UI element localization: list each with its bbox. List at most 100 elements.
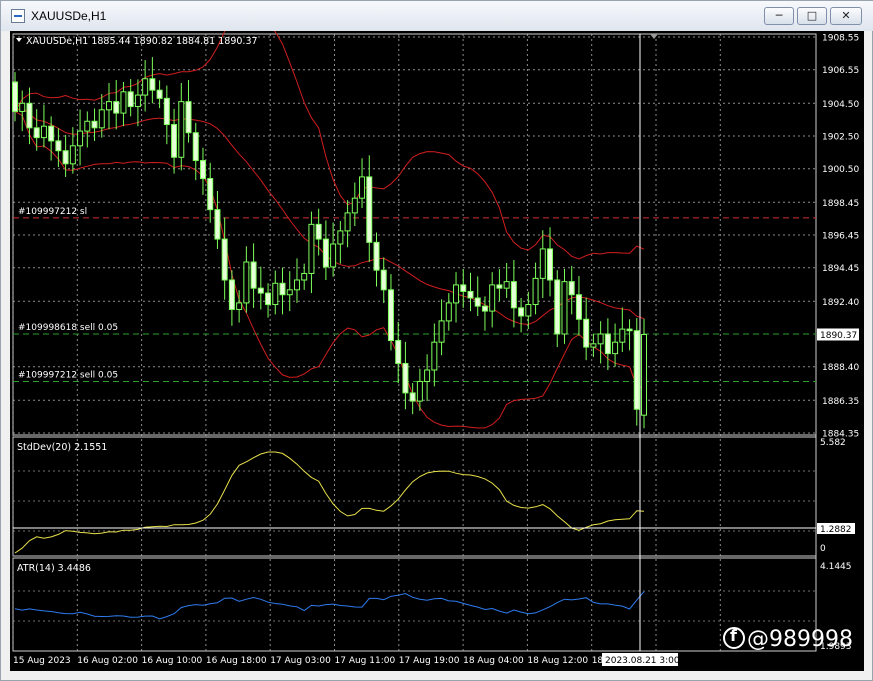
- candle-bull[interactable]: [337, 230, 344, 245]
- candle-bull[interactable]: [597, 333, 604, 345]
- candle-bull[interactable]: [272, 282, 279, 306]
- candle-bear[interactable]: [518, 307, 525, 317]
- candle-bull[interactable]: [424, 369, 431, 382]
- candle-bear[interactable]: [185, 101, 192, 134]
- candle-bear[interactable]: [583, 318, 590, 348]
- candle-bull[interactable]: [286, 289, 293, 296]
- candle-bull[interactable]: [489, 284, 496, 312]
- candle-bear[interactable]: [199, 160, 206, 180]
- candle-bear[interactable]: [163, 97, 170, 126]
- price-tick-label: 1896.45: [822, 232, 859, 242]
- chart-canvas[interactable]: #109997212 sl #109998618 sell 0.05 #109997…: [10, 7, 864, 671]
- candle-bear[interactable]: [156, 89, 163, 99]
- candle-bull[interactable]: [330, 243, 337, 268]
- candle-bear[interactable]: [55, 140, 62, 152]
- stddev-label: StdDev(20) 2.1551: [17, 442, 107, 453]
- title-bar[interactable]: XAUUSDe,H1 ─ □ ✕: [1, 1, 873, 31]
- candle-bull[interactable]: [503, 281, 510, 289]
- candle-bear[interactable]: [633, 330, 640, 410]
- candle-bull[interactable]: [359, 176, 366, 199]
- close-button[interactable]: ✕: [830, 7, 862, 25]
- candle-bull[interactable]: [416, 380, 423, 402]
- candle-bear[interactable]: [26, 102, 33, 129]
- candle-bear[interactable]: [228, 279, 235, 310]
- candle-bear[interactable]: [221, 238, 228, 281]
- candle-bull[interactable]: [344, 212, 351, 232]
- terminal-window: XAUUSDe,H1 ─ □ ✕ #109997212 sl #109998618…: [0, 0, 873, 681]
- candle-bear[interactable]: [257, 287, 264, 294]
- minimize-button[interactable]: ─: [764, 7, 794, 25]
- candle-bear[interactable]: [250, 261, 257, 289]
- candle-bear[interactable]: [192, 132, 199, 162]
- stddev-tick-label: 5.582: [820, 438, 846, 448]
- candle-bear[interactable]: [554, 279, 561, 335]
- candle-bear[interactable]: [402, 362, 409, 394]
- candle-bull[interactable]: [40, 125, 47, 139]
- candle-bear[interactable]: [467, 290, 474, 299]
- candle-bull[interactable]: [438, 320, 445, 343]
- candle-bear[interactable]: [496, 284, 503, 289]
- candle-bull[interactable]: [243, 261, 250, 304]
- candle-bear[interactable]: [474, 297, 481, 307]
- candle-bear[interactable]: [279, 282, 286, 296]
- candle-bull[interactable]: [142, 78, 149, 96]
- candle-bear[interactable]: [409, 392, 416, 402]
- candle-bear[interactable]: [214, 209, 221, 240]
- candle-bear[interactable]: [380, 269, 387, 291]
- candle-bull[interactable]: [293, 279, 300, 291]
- candle-bull[interactable]: [532, 277, 539, 306]
- candle-bull[interactable]: [641, 333, 648, 416]
- candle-bull[interactable]: [561, 281, 568, 335]
- candle-bull[interactable]: [301, 272, 308, 281]
- candle-bear[interactable]: [575, 294, 582, 320]
- candle-bull[interactable]: [590, 343, 597, 348]
- candle-bull[interactable]: [134, 94, 141, 108]
- candle-bull[interactable]: [19, 102, 26, 112]
- candle-bear[interactable]: [91, 120, 98, 129]
- candle-bear[interactable]: [568, 281, 575, 296]
- candle-bull[interactable]: [431, 341, 438, 371]
- price-tick-label: 1900.50: [822, 165, 859, 175]
- candle-bull[interactable]: [178, 101, 185, 158]
- candle-bear[interactable]: [62, 150, 69, 165]
- chart-area[interactable]: #109997212 sl #109998618 sell 0.05 #109997…: [10, 7, 864, 671]
- candle-bear[interactable]: [481, 305, 488, 312]
- candle-bear[interactable]: [460, 284, 467, 292]
- candle-bear[interactable]: [127, 91, 134, 108]
- candle-bear[interactable]: [395, 340, 402, 364]
- candle-bear[interactable]: [33, 127, 40, 139]
- candle-bear[interactable]: [604, 333, 611, 355]
- candle-bull[interactable]: [120, 91, 127, 114]
- candle-bear[interactable]: [171, 124, 178, 158]
- atr-label: ATR(14) 3.4486: [17, 563, 91, 574]
- candle-bull[interactable]: [98, 109, 105, 129]
- candle-bull[interactable]: [351, 197, 358, 214]
- candle-bull[interactable]: [445, 302, 452, 322]
- candle-bull[interactable]: [612, 341, 619, 355]
- candle-bull[interactable]: [105, 101, 112, 111]
- candle-bear[interactable]: [547, 248, 554, 281]
- candle-bull[interactable]: [539, 248, 546, 279]
- candle-bull[interactable]: [69, 145, 76, 165]
- candle-bull[interactable]: [308, 223, 315, 274]
- candle-bear[interactable]: [366, 176, 373, 243]
- candle-bear[interactable]: [387, 289, 394, 342]
- candle-bear[interactable]: [12, 81, 18, 112]
- candle-bear[interactable]: [322, 238, 329, 268]
- candle-bull[interactable]: [77, 130, 84, 147]
- candle-bear[interactable]: [265, 292, 272, 306]
- candle-bear[interactable]: [207, 178, 214, 211]
- candle-bear[interactable]: [626, 328, 633, 332]
- candle-bear[interactable]: [373, 241, 380, 271]
- candle-bull[interactable]: [84, 120, 91, 132]
- candle-bear[interactable]: [149, 78, 156, 91]
- candle-bear[interactable]: [113, 101, 120, 114]
- candle-bull[interactable]: [236, 302, 243, 310]
- candle-bear[interactable]: [315, 223, 322, 240]
- maximize-button[interactable]: □: [797, 7, 827, 25]
- candle-bull[interactable]: [525, 304, 532, 317]
- candle-bear[interactable]: [510, 281, 517, 309]
- candle-bear[interactable]: [48, 125, 55, 142]
- candle-bull[interactable]: [453, 284, 460, 304]
- candle-bull[interactable]: [619, 328, 626, 343]
